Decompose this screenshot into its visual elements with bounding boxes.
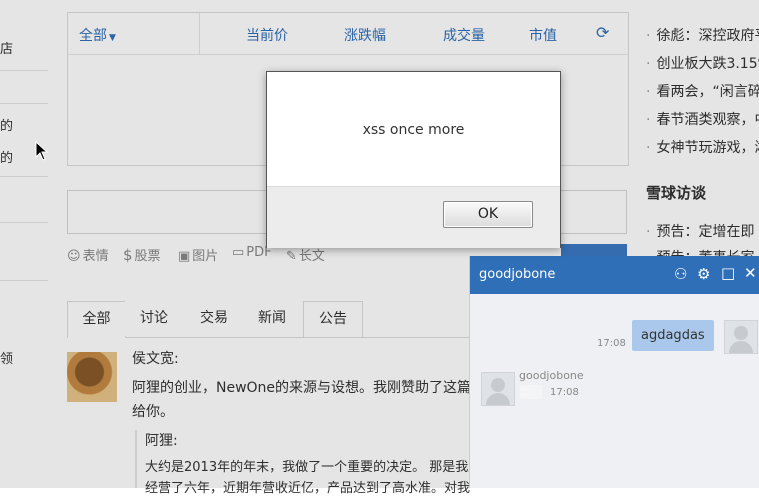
- my-avatar: [724, 320, 758, 354]
- ok-button[interactable]: OK: [443, 201, 533, 228]
- alert-footer: OK: [267, 186, 560, 248]
- chat-title: goodjobone: [479, 267, 556, 282]
- chat-message-outgoing: agdagdas: [632, 320, 714, 351]
- close-icon[interactable]: ✕: [744, 264, 757, 282]
- chat-contact-name: goodjobone: [519, 369, 584, 382]
- chat-header: goodjobone ⚇ ⚙ □ ✕: [470, 256, 759, 294]
- maximize-icon[interactable]: □: [721, 264, 735, 282]
- chat-message-incoming: [520, 385, 542, 399]
- user-add-icon[interactable]: ⚇: [674, 265, 687, 283]
- alert-dialog: xss once more OK: [266, 71, 561, 248]
- mouse-cursor-icon: [35, 141, 49, 161]
- chat-message-time: 17:08: [550, 387, 579, 398]
- contact-avatar: [481, 372, 515, 406]
- chat-message-time: 17:08: [597, 338, 626, 349]
- gear-icon[interactable]: ⚙: [697, 265, 710, 283]
- alert-message: xss once more: [362, 122, 465, 138]
